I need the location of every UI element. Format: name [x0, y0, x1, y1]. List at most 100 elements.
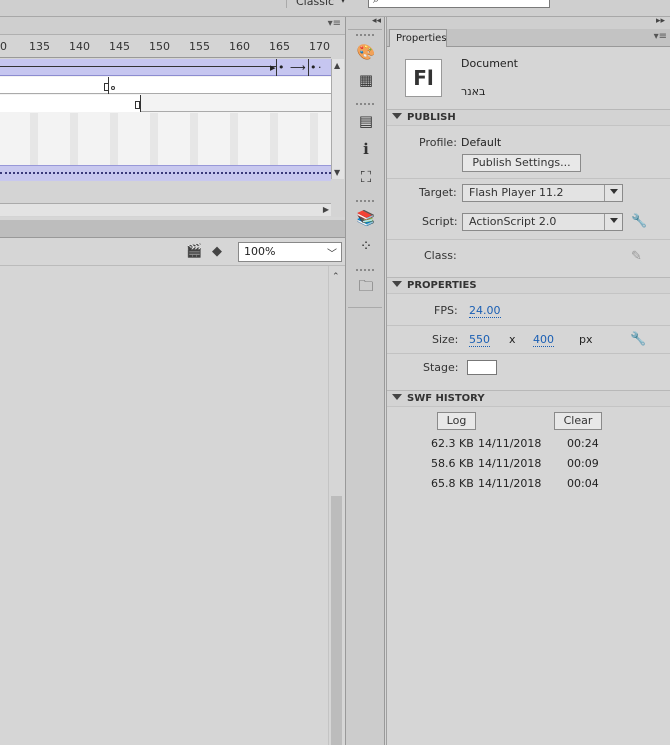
select-divider [604, 214, 605, 230]
ruler-tick: 145 [109, 40, 130, 53]
panel-menu-icon[interactable]: ▾≡ [654, 31, 667, 42]
select-divider [604, 185, 605, 201]
size-separator: x [509, 333, 516, 346]
divider [348, 29, 382, 30]
chevron-down-icon[interactable]: ▾ [341, 0, 345, 5]
stage-vertical-scrollbar[interactable]: ⌃ [328, 266, 344, 745]
scroll-up-icon[interactable]: ▲ [334, 61, 340, 70]
zoom-select[interactable]: 100% ﹀ [238, 242, 342, 262]
target-label: Target: [419, 186, 457, 199]
chevron-down-icon: ﹀ [327, 249, 337, 260]
section-swf-history[interactable]: SWF HISTORY [387, 390, 670, 407]
divider [387, 178, 670, 179]
layer-row[interactable] [0, 77, 331, 94]
edit-bar: 🎬 ◆ 100% ﹀ [0, 238, 345, 266]
collapse-triangle-icon [392, 113, 402, 119]
frame-stripe [70, 113, 78, 165]
layer-row-guide[interactable] [0, 165, 331, 181]
stage-tab-bar [0, 220, 345, 238]
target-select[interactable]: Flash Player 11.2 [462, 184, 623, 202]
scroll-up-icon[interactable]: ⌃ [332, 272, 340, 282]
collapse-icon[interactable]: ◂◂ [372, 16, 381, 26]
frame-grid[interactable]: ▸ • ⟶ • · [0, 59, 331, 181]
frame-stripe [190, 113, 198, 165]
size-unit: px [579, 333, 593, 346]
script-select[interactable]: ActionScript 2.0 [462, 213, 623, 231]
history-date: 14/11/2018 [478, 477, 542, 490]
divider [348, 307, 382, 308]
align-icon[interactable]: ▤ [356, 111, 376, 131]
profile-label: Profile: [419, 136, 457, 149]
document-type-label: Document [461, 57, 518, 70]
edit-class-pencil-icon[interactable]: ✎ [631, 249, 642, 264]
log-button[interactable]: Log [437, 412, 476, 430]
drag-grip[interactable] [356, 269, 374, 271]
width-value[interactable]: 550 [469, 333, 490, 347]
edit-scene-icon[interactable]: 🎬 [186, 244, 206, 260]
drag-grip[interactable] [356, 200, 374, 202]
drag-grip[interactable] [356, 103, 374, 105]
ruler-tick: 170 [309, 40, 330, 53]
timeline-vertical-scrollbar[interactable]: ▲ ▼ [331, 59, 344, 179]
components-icon[interactable]: ⁘ [356, 236, 376, 256]
script-settings-wrench-icon[interactable]: 🔧 [631, 214, 647, 229]
expand-icon[interactable]: ▸▸ [656, 16, 665, 26]
ruler-tick: 155 [189, 40, 210, 53]
transform-icon[interactable]: ⛶ [356, 167, 376, 187]
fps-label: FPS: [434, 304, 458, 317]
ruler-tick: 135 [29, 40, 50, 53]
height-value[interactable]: 400 [533, 333, 554, 347]
panel-menu-icon[interactable]: ▾≡ [328, 18, 341, 29]
layer-row[interactable] [0, 95, 331, 112]
properties-panel: ▸▸ Properties ▾≡ Fl Document באנר PUBLIS… [386, 16, 670, 745]
flash-document-icon: Fl [405, 59, 442, 97]
library-icon[interactable]: 📚 [356, 208, 376, 228]
chevron-down-icon [610, 218, 618, 223]
frame-stripe [30, 113, 38, 165]
motion-presets-icon[interactable]: 🗀 [356, 276, 376, 296]
fps-value[interactable]: 24.00 [469, 304, 501, 318]
tab-properties[interactable]: Properties [389, 29, 447, 47]
document-name: באנר [461, 85, 486, 98]
edit-symbols-icon[interactable]: ◆ [212, 244, 232, 260]
script-value: ActionScript 2.0 [469, 215, 557, 228]
tween-arrow-icon: ▸ [270, 61, 276, 74]
section-publish[interactable]: PUBLISH [387, 109, 670, 126]
section-title: PROPERTIES [407, 280, 477, 291]
timeline-panel: ▾≡ 0 135 140 145 150 155 160 165 170 ▸ •… [0, 17, 345, 217]
history-size: 65.8 KB [431, 477, 474, 490]
workspace-switcher[interactable]: Classic [296, 0, 334, 8]
timeline-header: ▾≡ [0, 17, 345, 35]
tween-arrow-icon: ⟶ [290, 61, 306, 74]
frame-ruler[interactable]: 0 135 140 145 150 155 160 165 170 [0, 36, 331, 58]
history-date: 14/11/2018 [478, 457, 542, 470]
clear-button[interactable]: Clear [554, 412, 602, 430]
stage-canvas[interactable] [0, 266, 328, 745]
workspace-divider [286, 0, 287, 8]
zoom-value: 100% [244, 245, 276, 258]
collapse-triangle-icon [392, 394, 402, 400]
stage-color-swatch[interactable] [467, 360, 497, 375]
timeline-horizontal-scrollbar[interactable]: ▶ [0, 203, 331, 216]
panel-dock-strip: ◂◂ 🎨 ▦ ▤ ℹ ⛶ 📚 ⁘ 🗀 [345, 16, 385, 745]
color-palette-icon[interactable]: 🎨 [356, 42, 376, 62]
drag-grip[interactable] [356, 34, 374, 36]
stage-label: Stage: [423, 361, 459, 374]
history-size: 62.3 KB [431, 437, 474, 450]
publish-settings-button[interactable]: Publish Settings... [462, 154, 581, 172]
panel-tab-bar: Properties ▾≡ [387, 29, 670, 47]
ruler-tick: 150 [149, 40, 170, 53]
collapse-triangle-icon [392, 281, 402, 287]
divider [387, 353, 670, 354]
section-properties[interactable]: PROPERTIES [387, 277, 670, 294]
scrollbar-thumb[interactable] [331, 496, 342, 745]
scroll-down-icon[interactable]: ▼ [334, 168, 340, 177]
help-search-input[interactable]: ⌕ [368, 0, 550, 8]
layer-row-tween[interactable]: ▸ • ⟶ • · [0, 59, 331, 76]
info-icon[interactable]: ℹ [356, 139, 376, 159]
size-settings-wrench-icon[interactable]: 🔧 [630, 332, 646, 347]
history-date: 14/11/2018 [478, 437, 542, 450]
swatches-grid-icon[interactable]: ▦ [356, 70, 376, 90]
scroll-right-icon[interactable]: ▶ [323, 205, 329, 214]
frame-stripe [230, 113, 238, 165]
